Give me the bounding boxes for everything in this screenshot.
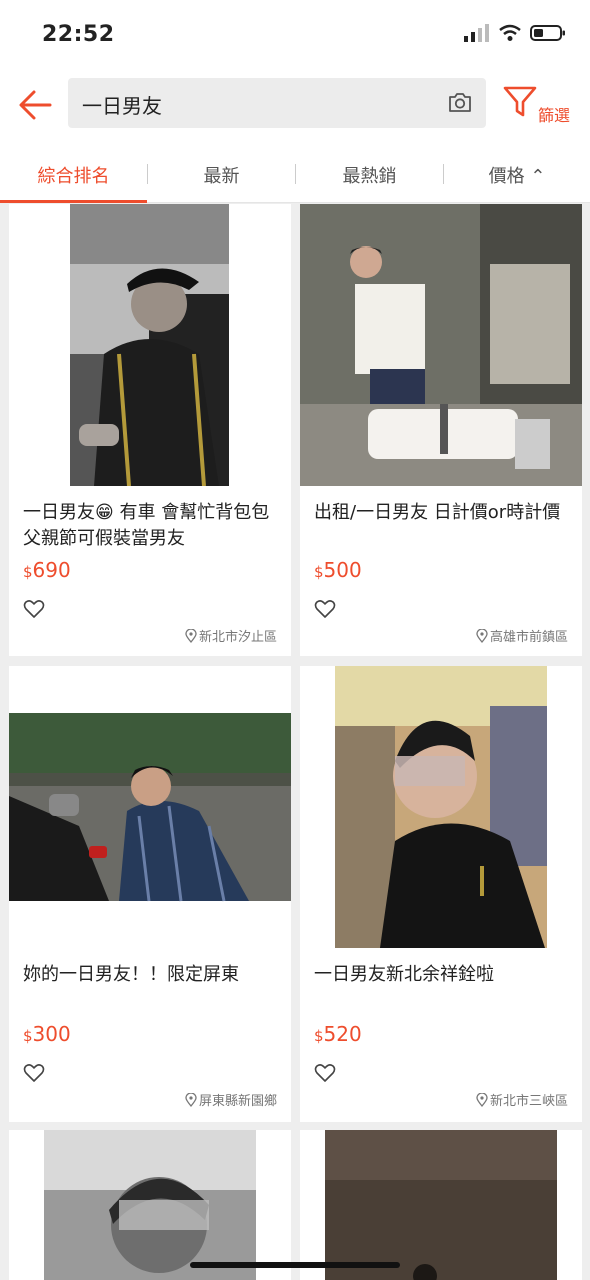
price-value: 300: [32, 1022, 71, 1046]
heart-icon[interactable]: [23, 1063, 45, 1083]
price-currency: $: [23, 563, 33, 581]
product-card[interactable]: 一日男友新北余祥銓啦 $520 新北市三峽區: [300, 666, 582, 1122]
product-price: $500: [314, 558, 362, 582]
product-price: $520: [314, 1022, 362, 1046]
product-card[interactable]: [300, 1130, 582, 1280]
price-currency: $: [314, 563, 324, 581]
search-query[interactable]: 一日男友: [82, 90, 162, 119]
location-pin-icon: [476, 1092, 488, 1107]
price-value: 520: [323, 1022, 362, 1046]
product-price: $300: [23, 1022, 71, 1046]
price-value: 500: [323, 558, 362, 582]
filter-label: 篩選: [538, 106, 571, 125]
product-location: 高雄市前鎮區: [476, 626, 568, 645]
product-image[interactable]: [9, 204, 291, 486]
product-image[interactable]: [9, 666, 291, 948]
product-image[interactable]: [9, 1130, 291, 1280]
filter-button[interactable]: 篩選: [500, 82, 580, 130]
back-arrow-icon[interactable]: [16, 88, 54, 122]
location-text: 高雄市前鎮區: [489, 630, 568, 645]
product-location: 新北市三峽區: [476, 1090, 568, 1109]
location-text: 屏東縣新園鄉: [198, 1094, 277, 1109]
location-pin-icon: [185, 628, 197, 643]
tab-relevance[interactable]: 綜合排名: [0, 148, 147, 203]
product-image[interactable]: [300, 1130, 582, 1280]
search-header: 一日男友 篩選: [0, 70, 590, 148]
product-card[interactable]: 一日男友😁 有車 會幫忙背包包 父親節可假裝當男友 $690 新北市汐止區: [9, 204, 291, 656]
location-text: 新北市三峽區: [489, 1094, 568, 1109]
battery-icon: [530, 25, 565, 41]
price-currency: $: [314, 1027, 324, 1045]
status-time: 22:52: [42, 22, 115, 47]
search-input[interactable]: 一日男友: [68, 78, 486, 128]
location-pin-icon: [476, 628, 488, 643]
product-image[interactable]: [300, 204, 582, 486]
price-value: 690: [32, 558, 71, 582]
status-bar: 22:52: [0, 0, 590, 70]
price-currency: $: [23, 1027, 33, 1045]
location-pin-icon: [185, 1092, 197, 1107]
heart-icon[interactable]: [314, 599, 336, 619]
product-title[interactable]: 妳的一日男友！！限定屏東: [23, 962, 281, 988]
product-image[interactable]: [300, 666, 582, 948]
wifi-icon: [499, 24, 521, 41]
heart-icon[interactable]: [23, 599, 45, 619]
product-card[interactable]: 出租/一日男友 日計價or時計價 $500 高雄市前鎮區: [300, 204, 582, 656]
home-indicator[interactable]: [190, 1262, 400, 1268]
sort-tabs: 綜合排名 最新 最熱銷 價格 ⌃: [0, 148, 590, 203]
tab-best-selling[interactable]: 最熱銷: [296, 148, 443, 202]
product-title[interactable]: 出租/一日男友 日計價or時計價: [314, 500, 572, 526]
product-card[interactable]: 妳的一日男友！！限定屏東 $300 屏東縣新園鄉: [9, 666, 291, 1122]
product-price: $690: [23, 558, 71, 582]
product-title[interactable]: 一日男友😁 有車 會幫忙背包包 父親節可假裝當男友: [23, 500, 281, 552]
product-location: 新北市汐止區: [185, 626, 277, 645]
product-card[interactable]: [9, 1130, 291, 1280]
product-title[interactable]: 一日男友新北余祥銓啦: [314, 962, 572, 988]
heart-icon[interactable]: [314, 1063, 336, 1083]
location-text: 新北市汐止區: [198, 630, 277, 645]
tab-latest[interactable]: 最新: [148, 148, 295, 202]
signal-icon: [464, 24, 489, 42]
product-location: 屏東縣新園鄉: [185, 1090, 277, 1109]
camera-icon[interactable]: [448, 91, 472, 113]
tab-price[interactable]: 價格 ⌃: [444, 148, 590, 202]
status-icons: [464, 24, 566, 42]
filter-funnel-icon[interactable]: [502, 84, 538, 120]
